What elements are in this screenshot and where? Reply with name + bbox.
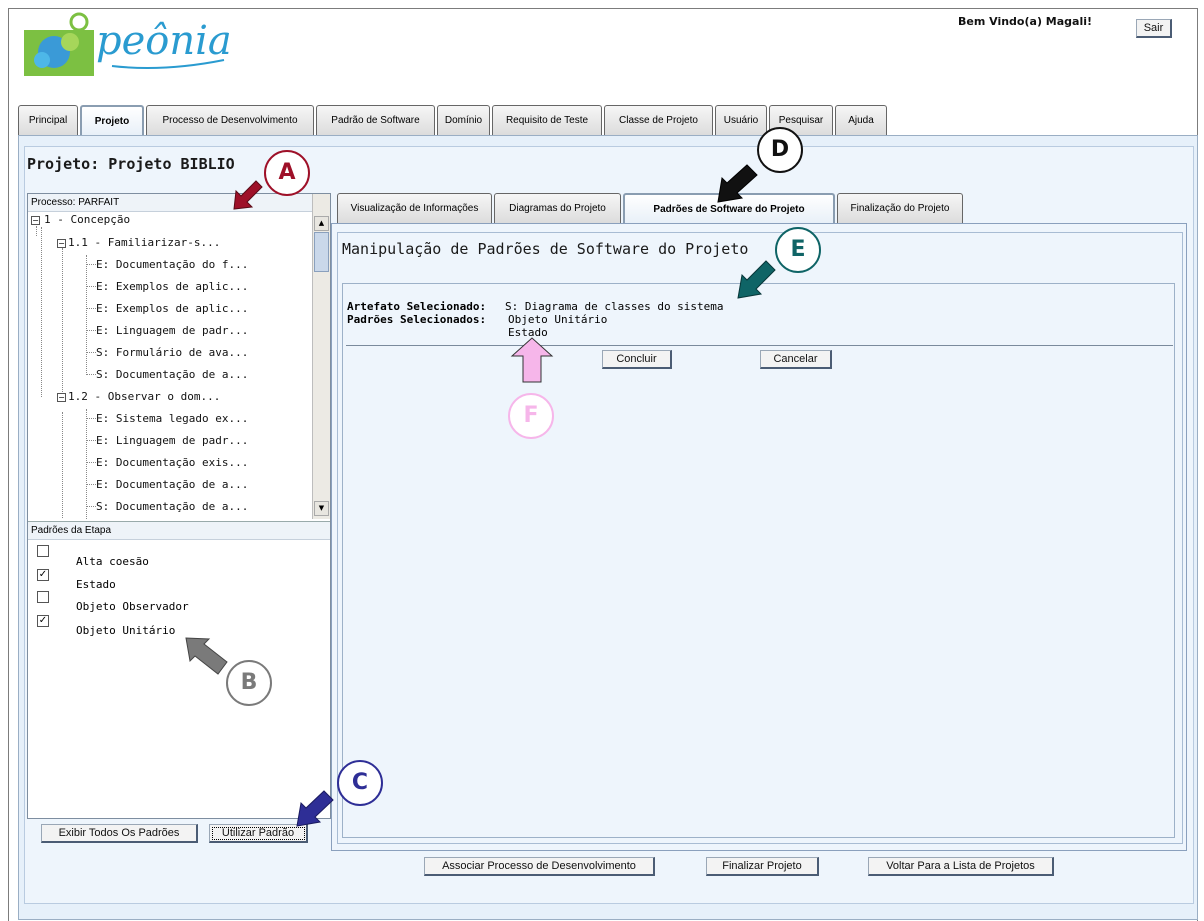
annotation-a-badge: A	[264, 150, 310, 196]
annotation-c-badge: C	[337, 760, 383, 806]
arrow-f-icon	[510, 337, 554, 383]
arrow-c-icon	[296, 790, 334, 827]
annotation-b-badge: B	[226, 660, 272, 706]
arrow-d-icon	[717, 164, 758, 203]
arrow-b-icon	[185, 637, 228, 675]
arrow-a-icon	[233, 180, 263, 210]
arrow-e-icon	[737, 260, 776, 299]
annotation-f-badge: F	[508, 393, 554, 439]
annotation-d-badge: D	[757, 127, 803, 173]
annotation-arrows	[185, 164, 776, 827]
annotation-e-badge: E	[775, 227, 821, 273]
